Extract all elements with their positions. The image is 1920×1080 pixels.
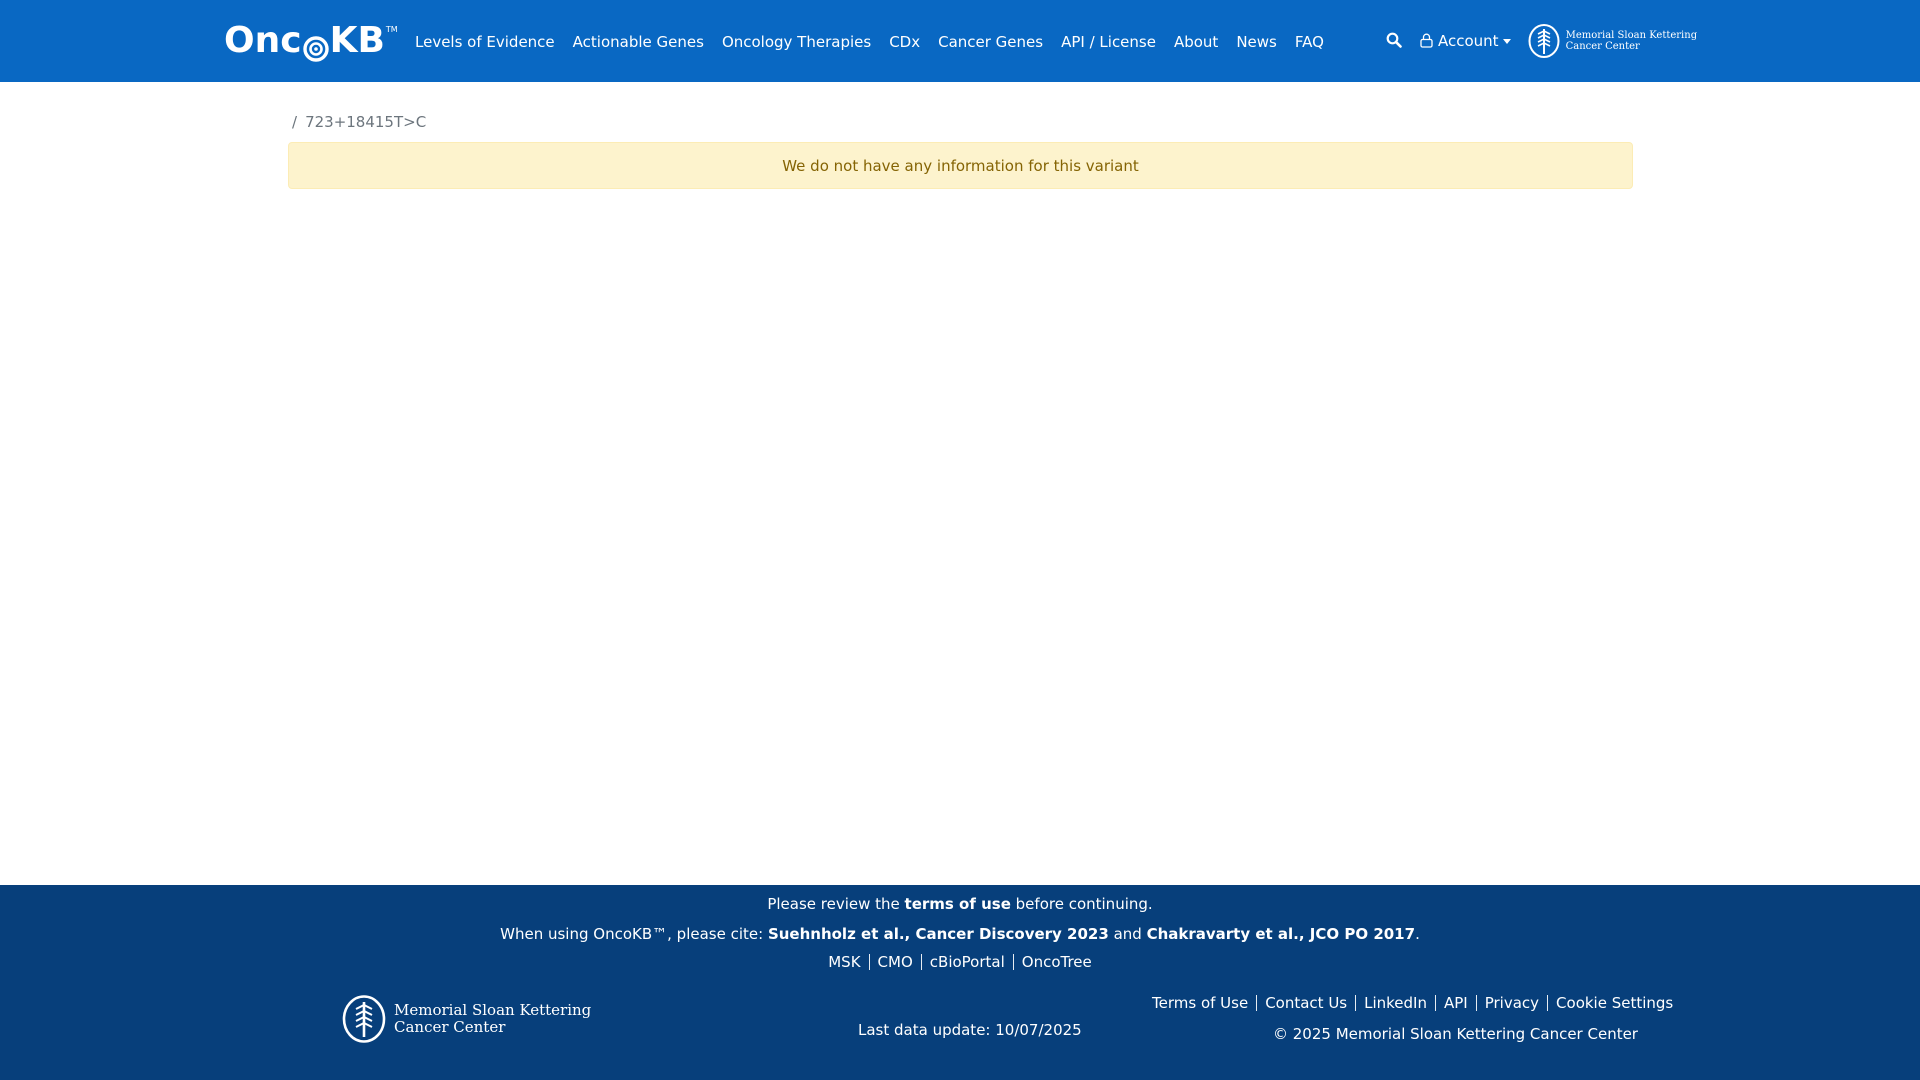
msk-footer-text: Memorial Sloan Kettering Cancer Center: [394, 1002, 591, 1036]
footer-link-privacy[interactable]: Privacy: [1485, 994, 1539, 1012]
trademark-mark: TM: [385, 25, 398, 34]
citation-link-suehnholz[interactable]: Suehnholz et al., Cancer Discovery 2023: [768, 925, 1109, 943]
msk-footer-line2: Cancer Center: [394, 1018, 506, 1036]
footer-right-links: Terms of Use Contact Us LinkedIn API Pri…: [1152, 994, 1673, 1012]
citation-and: and: [1108, 925, 1147, 943]
citation-notice: When using OncoKB™, please cite: Suehnho…: [0, 925, 1920, 943]
link-divider: [1435, 995, 1436, 1011]
main-nav: Levels of Evidence Actionable Genes Onco…: [415, 0, 1342, 82]
breadcrumb-separator: /: [292, 113, 298, 131]
nav-faq[interactable]: FAQ: [1295, 33, 1324, 51]
alert-text: We do not have any information for this …: [782, 156, 1139, 175]
terms-notice-prefix: Please review the: [767, 895, 905, 913]
nav-cancer-genes[interactable]: Cancer Genes: [938, 33, 1043, 51]
footer-link-api[interactable]: API: [1444, 994, 1468, 1012]
link-divider: [1355, 995, 1357, 1011]
account-label: Account: [1438, 32, 1499, 50]
msk-emblem-icon: [341, 994, 387, 1044]
terms-notice-suffix: before continuing.: [1010, 895, 1153, 913]
footer-link-msk[interactable]: MSK: [828, 953, 860, 971]
breadcrumb: / 723+18415T>C: [292, 112, 426, 132]
target-icon: [302, 30, 329, 62]
nav-oncology-therapies[interactable]: Oncology Therapies: [722, 33, 871, 51]
user-icon: [1420, 33, 1434, 49]
link-divider: [868, 954, 870, 970]
footer-center-links: MSK CMO cBioPortal OncoTree: [0, 953, 1920, 971]
footer-link-cmo[interactable]: CMO: [878, 953, 913, 971]
logo-text-a: Onc: [224, 20, 302, 61]
nav-right-group: Account Memorial Sloan Kettering Cancer …: [1386, 0, 1697, 82]
search-icon[interactable]: [1386, 32, 1404, 50]
nav-actionable-genes[interactable]: Actionable Genes: [573, 33, 704, 51]
oncokb-logo[interactable]: Onc KB TM: [224, 20, 398, 62]
link-divider: [1256, 995, 1258, 1011]
nav-cdx[interactable]: CDx: [889, 33, 920, 51]
msk-footer-logo[interactable]: Memorial Sloan Kettering Cancer Center: [341, 994, 591, 1044]
nav-api-license[interactable]: API / License: [1061, 33, 1156, 51]
chevron-down-icon: [1502, 38, 1511, 44]
msk-emblem-icon: [1527, 23, 1561, 59]
footer-link-oncotree[interactable]: OncoTree: [1022, 953, 1092, 971]
msk-header-line1: Memorial Sloan Kettering: [1565, 30, 1698, 41]
footer-link-cbioportal[interactable]: cBioPortal: [930, 953, 1005, 971]
citation-end: .: [1415, 925, 1420, 943]
copyright-text: © 2025 Memorial Sloan Kettering Cancer C…: [1273, 1025, 1638, 1043]
footer-link-contact-us[interactable]: Contact Us: [1265, 994, 1347, 1012]
page-footer: Please review the terms of use before co…: [0, 885, 1920, 1080]
nav-levels-of-evidence[interactable]: Levels of Evidence: [415, 33, 555, 51]
account-dropdown[interactable]: Account: [1420, 32, 1511, 50]
link-divider: [1012, 954, 1014, 970]
no-info-alert: We do not have any information for this …: [288, 142, 1633, 189]
logo-text-b: KB: [329, 20, 385, 61]
citation-link-chakravarty[interactable]: Chakravarty et al., JCO PO 2017: [1147, 925, 1416, 943]
link-divider: [1475, 995, 1477, 1011]
footer-link-linkedin[interactable]: LinkedIn: [1364, 994, 1427, 1012]
link-divider: [1547, 995, 1549, 1011]
msk-footer-line1: Memorial Sloan Kettering: [394, 1001, 592, 1019]
nav-about[interactable]: About: [1174, 33, 1218, 51]
msk-header-text: Memorial Sloan Kettering Cancer Center: [1566, 30, 1698, 52]
footer-link-terms-of-use[interactable]: Terms of Use: [1152, 994, 1248, 1012]
msk-header-logo[interactable]: Memorial Sloan Kettering Cancer Center: [1527, 23, 1698, 59]
terms-notice: Please review the terms of use before co…: [0, 895, 1920, 913]
citation-prefix: When using OncoKB™, please cite:: [500, 925, 768, 943]
link-divider: [920, 954, 922, 970]
msk-header-line2: Cancer Center: [1565, 41, 1640, 52]
terms-of-use-link[interactable]: terms of use: [905, 895, 1011, 913]
last-data-update: Last data update: 10/07/2025: [858, 1021, 1082, 1039]
footer-link-cookie-settings[interactable]: Cookie Settings: [1556, 994, 1673, 1012]
nav-news[interactable]: News: [1236, 33, 1277, 51]
breadcrumb-current: 723+18415T>C: [305, 113, 427, 131]
top-navbar: Onc KB TM Levels of Evidence Actionable …: [0, 0, 1920, 82]
